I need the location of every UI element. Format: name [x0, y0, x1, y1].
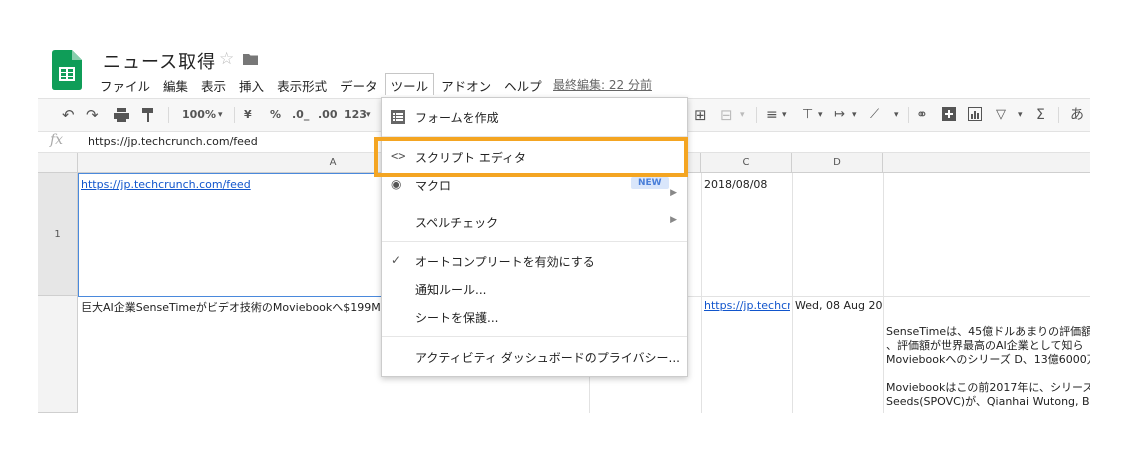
sheets-logo-icon[interactable]: [52, 50, 82, 90]
menubar: ファイル 編集 表示 挿入 表示形式 データ ツール アドオン ヘルプ: [94, 73, 549, 95]
submenu-arrow-icon: ▶: [670, 188, 677, 198]
check-icon: ✓: [391, 253, 402, 267]
menu-help[interactable]: ヘルプ: [498, 73, 548, 95]
cell-c2[interactable]: Wed, 08 Aug 201: [795, 299, 883, 312]
percent-button[interactable]: %: [270, 106, 281, 124]
menu-item-protect-sheet[interactable]: シートを保護...: [382, 303, 687, 331]
new-badge: NEW: [631, 177, 669, 189]
form-icon: [391, 110, 405, 124]
cell-b2[interactable]: https://jp.techcrunch: [704, 299, 790, 312]
undo-icon[interactable]: ↶: [62, 106, 75, 124]
menu-format[interactable]: 表示形式: [271, 73, 333, 95]
merge-cells-icon[interactable]: ⊟: [720, 106, 733, 124]
row-header-1[interactable]: 1: [38, 173, 78, 296]
insert-chart-icon[interactable]: [968, 107, 982, 125]
vertical-align-icon[interactable]: ⊤: [802, 106, 813, 124]
folder-icon[interactable]: [243, 53, 258, 65]
cell-d2[interactable]: SenseTimeは、45億ドルあまりの評価額 、評価額が世界最高のAI企業とし…: [886, 325, 1090, 409]
menu-item-notification-rules[interactable]: 通知ルール...: [382, 275, 687, 303]
column-header-e[interactable]: [883, 153, 1090, 173]
star-icon[interactable]: ☆: [219, 49, 234, 69]
input-tools-icon[interactable]: あ: [1070, 106, 1084, 124]
text-wrap-icon[interactable]: ↦: [834, 106, 845, 124]
print-icon[interactable]: [114, 108, 129, 126]
align-left-icon[interactable]: ≡: [766, 106, 778, 124]
decrease-decimal-button[interactable]: .0_: [292, 106, 309, 124]
column-header-c[interactable]: C: [701, 153, 792, 173]
borders-icon[interactable]: ⊞: [694, 106, 707, 124]
menu-item-activity-dashboard[interactable]: アクティビティ ダッシュボードのプライバシー...: [382, 343, 687, 371]
menu-item-create-form[interactable]: フォームを作成: [382, 103, 687, 131]
menu-item-autocomplete[interactable]: ✓ オートコンプリートを有効にする: [382, 247, 687, 275]
text-rotate-icon[interactable]: ⟋: [870, 106, 879, 124]
increase-decimal-button[interactable]: .00: [318, 106, 338, 124]
fx-label: fx: [50, 132, 64, 148]
chevron-down-icon[interactable]: ▾: [366, 106, 371, 124]
cell-c1[interactable]: 2018/08/08: [704, 178, 790, 191]
menu-edit[interactable]: 編集: [157, 73, 194, 95]
column-header-d[interactable]: D: [792, 153, 883, 173]
menu-insert[interactable]: 挿入: [233, 73, 270, 95]
menu-file[interactable]: ファイル: [94, 73, 156, 95]
more-formats-button[interactable]: 123: [344, 106, 367, 124]
currency-button[interactable]: ¥: [244, 106, 252, 124]
menu-view[interactable]: 表示: [195, 73, 232, 95]
redo-icon[interactable]: ↷: [86, 106, 99, 124]
filter-icon[interactable]: ▽: [996, 106, 1006, 124]
menu-item-spellcheck[interactable]: スペルチェック ▶: [382, 208, 687, 236]
submenu-arrow-icon: ▶: [670, 215, 677, 225]
chevron-down-icon[interactable]: ▾: [218, 106, 223, 124]
last-edit-link[interactable]: 最終編集: 22 分前: [553, 76, 652, 93]
macro-icon: ◉: [391, 177, 402, 191]
functions-icon[interactable]: Σ: [1036, 106, 1045, 124]
select-all-corner[interactable]: [38, 153, 78, 173]
row-header-2[interactable]: [38, 296, 78, 413]
link-icon[interactable]: ⚭: [916, 106, 928, 124]
highlight-box: [374, 137, 688, 177]
formula-input[interactable]: https://jp.techcrunch.com/feed: [88, 135, 258, 148]
menu-data[interactable]: データ: [334, 73, 384, 95]
document-title[interactable]: ニュース取得: [103, 48, 216, 74]
zoom-select[interactable]: 100%: [182, 106, 216, 124]
insert-comment-icon[interactable]: [942, 107, 956, 125]
menu-addons[interactable]: アドオン: [435, 73, 497, 95]
menu-tools[interactable]: ツール: [384, 73, 435, 95]
paint-format-icon[interactable]: [142, 108, 154, 126]
